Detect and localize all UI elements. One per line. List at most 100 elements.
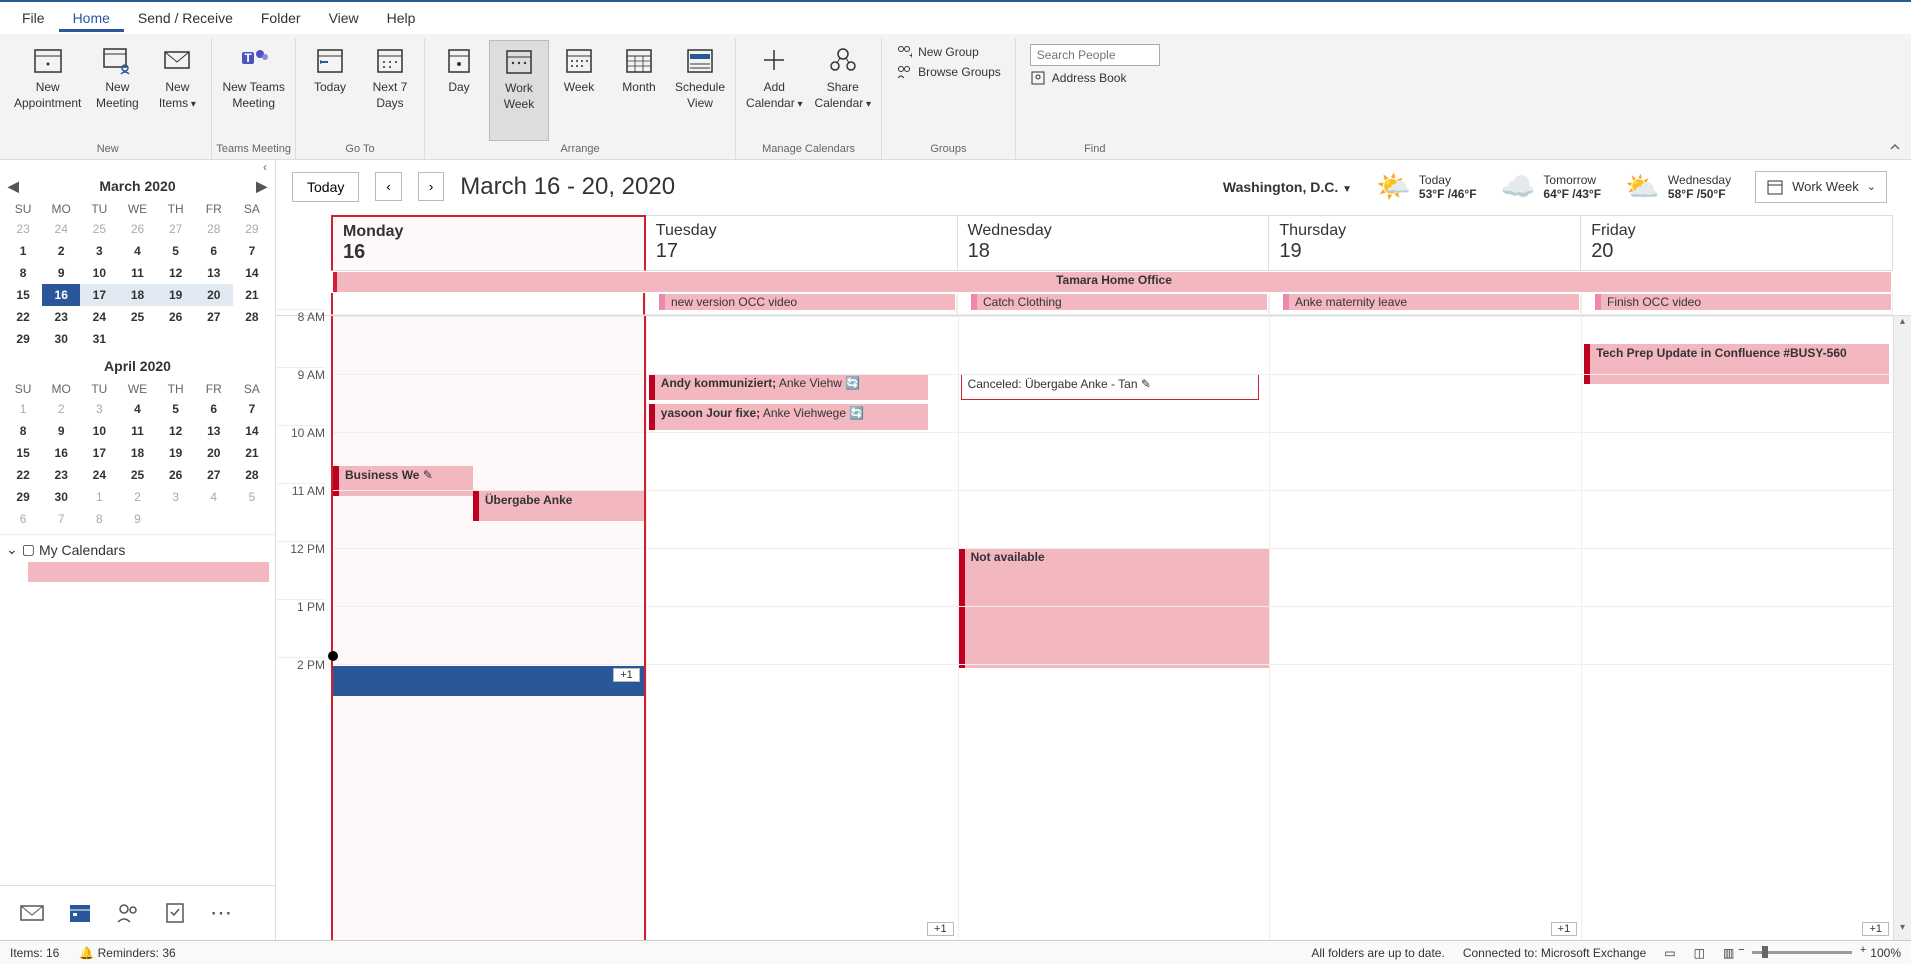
more-events-tue[interactable]: +1 <box>927 922 954 936</box>
zoom-value[interactable]: 100% <box>1870 946 1901 960</box>
mini-cal-day[interactable]: 21 <box>233 284 271 306</box>
mini-cal-day[interactable]: 28 <box>233 306 271 328</box>
event-yasoon[interactable]: yasoon Jour fixe; Anke Viehwege 🔄 <box>649 404 928 430</box>
sidebar-collapse-button[interactable]: ‹ <box>0 160 275 174</box>
mini-cal-day[interactable]: 5 <box>233 486 271 508</box>
mini-cal-day[interactable]: 21 <box>233 442 271 464</box>
mini-cal-day[interactable]: 9 <box>118 508 156 530</box>
day-col-mon[interactable]: Business We ✎ Übergabe Anke +1 <box>331 316 646 940</box>
menu-view[interactable]: View <box>315 4 373 32</box>
event-business-weekly[interactable]: Business We ✎ <box>333 466 473 496</box>
day-col-fri[interactable]: Tech Prep Update in Confluence #BUSY-560… <box>1581 316 1893 940</box>
add-calendar-button[interactable]: Add Calendar <box>740 40 809 141</box>
browse-groups-button[interactable]: Browse Groups <box>896 64 1001 80</box>
mini-cal-day[interactable]: 20 <box>195 284 233 306</box>
allday-event-wed[interactable]: Catch Clothing <box>971 294 1267 310</box>
view-selector-dropdown[interactable]: Work Week ⌄ <box>1755 171 1887 203</box>
mini-cal-day[interactable]: 2 <box>42 398 80 420</box>
event-canceled-uebergabe[interactable]: Canceled: Übergabe Anke - Tan ✎ <box>961 374 1260 400</box>
mini-cal-day[interactable]: 2 <box>118 486 156 508</box>
mini-cal-day[interactable]: 27 <box>195 464 233 486</box>
mini-cal-day[interactable]: 8 <box>4 420 42 442</box>
mini-cal-day[interactable]: 11 <box>118 420 156 442</box>
day-col-tue[interactable]: Andy kommuniziert; Anke Viehw 🔄 yasoon J… <box>646 316 958 940</box>
mini-cal-day[interactable]: 8 <box>4 262 42 284</box>
week-view-button[interactable]: Week <box>549 40 609 141</box>
mini-cal-day[interactable]: 5 <box>157 240 195 262</box>
mini-cal-day[interactable]: 1 <box>4 398 42 420</box>
view-reading-icon[interactable]: ◫ <box>1694 946 1705 960</box>
mini-cal-day[interactable]: 11 <box>118 262 156 284</box>
menu-sendreceive[interactable]: Send / Receive <box>124 4 247 32</box>
day-header-tue[interactable]: Tuesday17 <box>646 215 958 271</box>
mini-cal-day[interactable]: 16 <box>42 442 80 464</box>
more-events-mon[interactable]: +1 <box>613 668 640 682</box>
more-events-fri[interactable]: +1 <box>1862 922 1889 936</box>
mini-cal-day[interactable]: 9 <box>42 420 80 442</box>
mini-cal-day[interactable]: 14 <box>233 262 271 284</box>
workweek-view-button[interactable]: Work Week <box>489 40 549 141</box>
scroll-down-icon[interactable]: ▾ <box>1894 922 1911 940</box>
mini-cal-day[interactable]: 5 <box>157 398 195 420</box>
event-not-available[interactable]: Not available <box>959 548 1270 668</box>
mini-cal-day[interactable]: 31 <box>80 328 118 350</box>
mini-cal-day[interactable]: 1 <box>80 486 118 508</box>
mini-cal-day[interactable]: 29 <box>4 486 42 508</box>
schedule-view-button[interactable]: Schedule View <box>669 40 731 141</box>
menu-help[interactable]: Help <box>373 4 430 32</box>
mini-cal-day[interactable]: 26 <box>157 306 195 328</box>
day-header-fri[interactable]: Friday20 <box>1581 215 1893 271</box>
mini-cal-day[interactable]: 25 <box>118 464 156 486</box>
mini-cal-day[interactable]: 19 <box>157 442 195 464</box>
mini-cal-day[interactable]: 25 <box>118 306 156 328</box>
day-view-button[interactable]: Day <box>429 40 489 141</box>
mini-cal-day[interactable]: 30 <box>42 486 80 508</box>
allday-event-tamara[interactable]: Tamara Home Office <box>333 272 1891 292</box>
event-current-block[interactable] <box>333 666 644 696</box>
mini-cal-day[interactable]: 24 <box>42 218 80 240</box>
mini-cal-day[interactable]: 15 <box>4 284 42 306</box>
nav-more-icon[interactable]: ⋯ <box>210 900 232 926</box>
mini-cal-day[interactable]: 7 <box>233 240 271 262</box>
allday-event-thu[interactable]: Anke maternity leave <box>1283 294 1579 310</box>
new-meeting-button[interactable]: New Meeting <box>87 40 147 141</box>
mini-cal-day[interactable]: 17 <box>80 284 118 306</box>
menu-home[interactable]: Home <box>59 4 124 32</box>
mini-cal-day[interactable]: 4 <box>118 398 156 420</box>
event-techprep[interactable]: Tech Prep Update in Confluence #BUSY-560 <box>1584 344 1889 384</box>
mini-cal-day[interactable]: 6 <box>4 508 42 530</box>
mini-cal-day[interactable]: 12 <box>157 420 195 442</box>
nav-mail-icon[interactable] <box>20 903 44 923</box>
mini-cal-day[interactable]: 2 <box>42 240 80 262</box>
allday-cell-mon[interactable] <box>331 293 645 315</box>
mini-cal-day[interactable]: 27 <box>157 218 195 240</box>
day-header-mon[interactable]: Monday 16 <box>331 215 646 271</box>
new-appointment-button[interactable]: New Appointment <box>8 40 87 141</box>
new-items-button[interactable]: New Items <box>147 40 207 141</box>
search-people-input[interactable] <box>1030 44 1160 66</box>
more-events-thu[interactable]: +1 <box>1551 922 1578 936</box>
mini-cal-day[interactable]: 25 <box>80 218 118 240</box>
mini-cal-day[interactable]: 26 <box>118 218 156 240</box>
mini-cal-day[interactable]: 10 <box>80 262 118 284</box>
mini-cal-day[interactable]: 8 <box>80 508 118 530</box>
new-teams-meeting-button[interactable]: T New Teams Meeting <box>216 40 290 141</box>
prev-week-button[interactable]: ‹ <box>375 172 401 201</box>
mini-cal-day[interactable]: 17 <box>80 442 118 464</box>
calendar-item[interactable] <box>28 562 269 582</box>
mini-cal-day[interactable]: 24 <box>80 306 118 328</box>
allday-cell-tue[interactable]: new version OCC video <box>645 293 957 315</box>
mini-cal-day[interactable]: 29 <box>233 218 271 240</box>
next7-button[interactable]: Next 7 Days <box>360 40 420 141</box>
vertical-scrollbar[interactable]: ▴ ▾ <box>1893 316 1911 940</box>
scroll-up-icon[interactable]: ▴ <box>1894 316 1911 334</box>
day-header-wed[interactable]: Wednesday18 <box>958 215 1270 271</box>
mini-cal-next-button[interactable]: ▶ <box>256 178 267 195</box>
allday-event-tue[interactable]: new version OCC video <box>659 294 955 310</box>
nav-calendar-icon[interactable] <box>68 902 92 924</box>
weather-location-dropdown[interactable]: Washington, D.C. ▼ <box>1223 179 1352 195</box>
mini-cal-day[interactable]: 18 <box>118 442 156 464</box>
next-week-button[interactable]: › <box>418 172 444 201</box>
day-header-thu[interactable]: Thursday19 <box>1269 215 1581 271</box>
mini-cal-day[interactable]: 4 <box>118 240 156 262</box>
